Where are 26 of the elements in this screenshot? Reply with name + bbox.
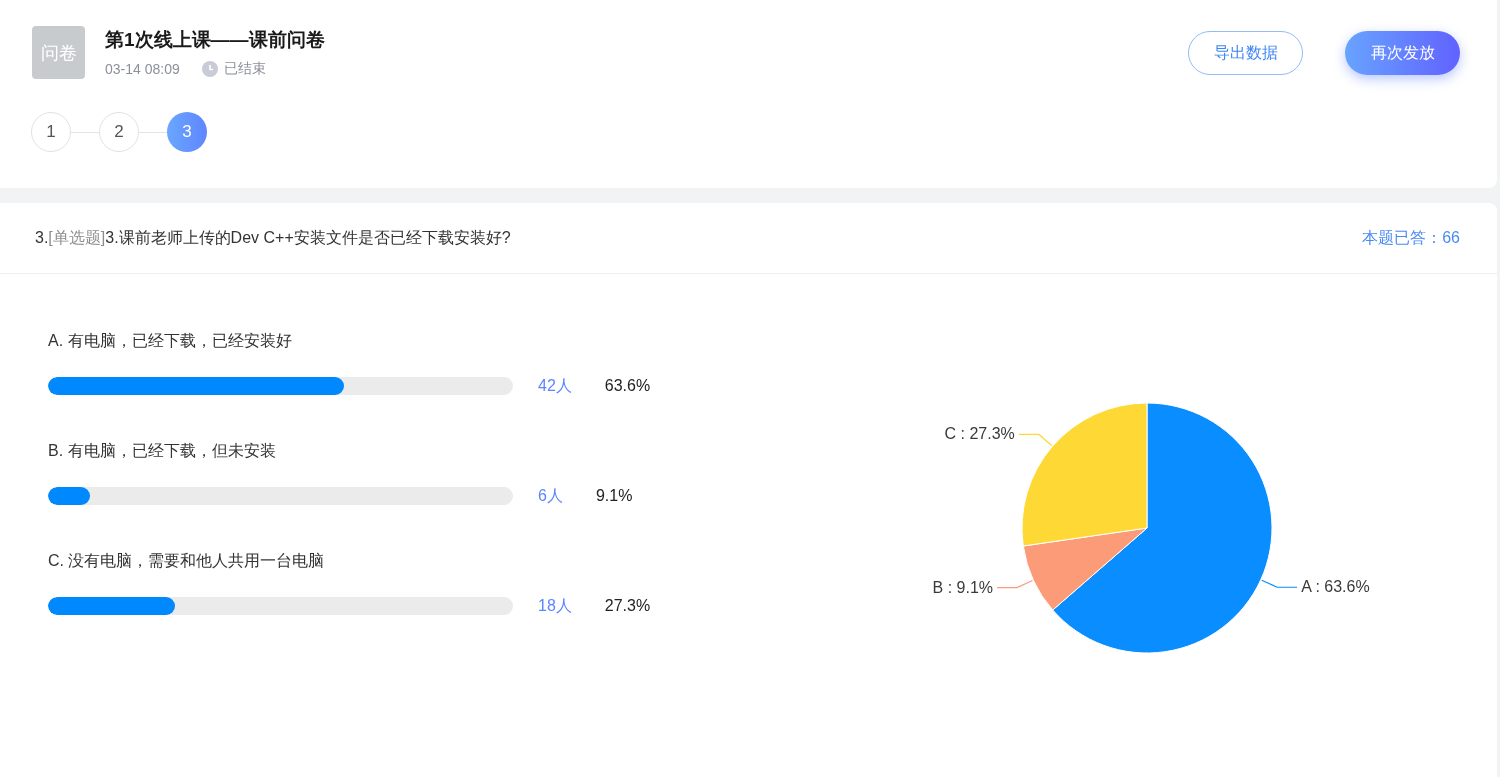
vote-percent: 27.3% — [604, 597, 651, 615]
survey-status: 已结束 — [223, 60, 266, 78]
slice-label: C : 27.3% — [944, 425, 1015, 443]
step-button[interactable]: 3 — [167, 112, 207, 152]
reissue-button[interactable]: 再次发放 — [1345, 31, 1460, 75]
leader-line — [1018, 433, 1053, 447]
leader-line — [996, 579, 1034, 589]
option-label: B. 有电脑，已经下载，但未安装 — [48, 441, 276, 461]
vote-count: 42人 — [538, 375, 572, 396]
slice-label: B : 9.1% — [932, 578, 994, 596]
vote-percent: 9.1% — [595, 487, 633, 505]
vote-count: 6人 — [538, 485, 563, 506]
clock-icon — [201, 61, 218, 77]
vote-count: 18人 — [538, 595, 572, 616]
slice-label: A : 63.6% — [1301, 578, 1370, 596]
step-button[interactable]: 2 — [99, 112, 139, 152]
leader-line — [1261, 579, 1298, 588]
step-button[interactable]: 1 — [31, 112, 71, 152]
vote-percent: 63.6% — [604, 377, 651, 395]
option-label: A. 有电脑，已经下载，已经安装好 — [48, 331, 292, 351]
survey-title: 第1次线上课——课前问卷 — [105, 28, 325, 52]
option-label: C. 没有电脑，需要和他人共用一台电脑 — [48, 551, 325, 571]
survey-date: 03-14 08:09 — [105, 61, 180, 77]
export-button[interactable]: 导出数据 — [1188, 31, 1303, 75]
question-text: 3.[单选题]3.课前老师上传的Dev C++安装文件是否已经下载安装好? — [35, 227, 511, 248]
answered-count: 本题已答：66 — [1362, 227, 1460, 248]
